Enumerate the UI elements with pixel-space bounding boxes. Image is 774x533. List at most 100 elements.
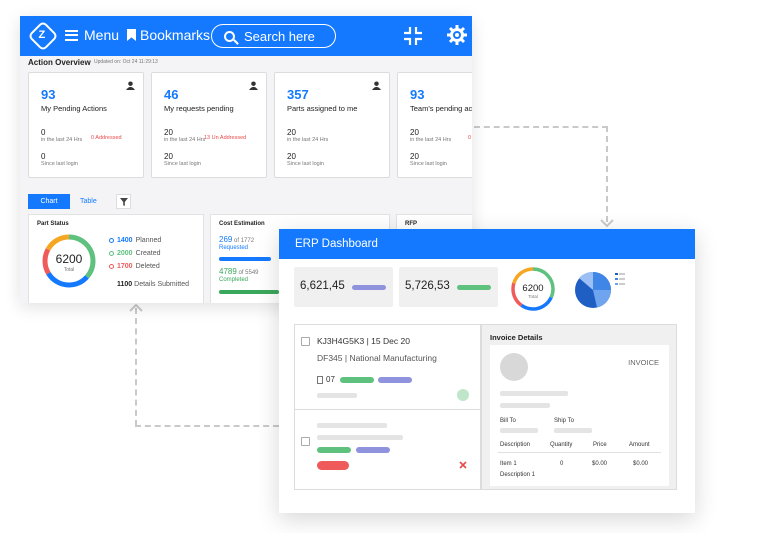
card-value: 357 (287, 87, 309, 102)
user-icon (249, 81, 258, 90)
item-price: $0.00 (592, 461, 608, 467)
card-stat-value: 0 (41, 128, 46, 137)
connector-line (474, 126, 608, 128)
card-value: 93 (41, 87, 56, 102)
stat-card[interactable]: 6,621,45 (294, 267, 393, 307)
collapse-icon[interactable] (403, 26, 423, 46)
card-stat-note: 0 (468, 135, 472, 141)
ship-to-label: Ship To (554, 418, 574, 424)
stat-card[interactable]: 5,726,53 (399, 267, 498, 307)
menu-button[interactable]: Menu (65, 27, 119, 43)
stat-bar (352, 285, 386, 290)
completed-of: of 5549 (238, 270, 259, 276)
bookmarks-label: Bookmarks (140, 27, 211, 43)
settings-gear-icon[interactable] (446, 24, 468, 46)
legend-label: Created (135, 250, 161, 257)
row-checkbox[interactable] (301, 437, 310, 446)
user-icon (372, 81, 381, 90)
tab-chart[interactable]: Chart (28, 194, 70, 209)
card-stat-value: 20 (287, 152, 296, 161)
requested-label: Requested (219, 245, 249, 251)
window-title: ERP Dashboard (279, 229, 695, 259)
card-stat-value: 20 (410, 128, 419, 137)
invoice-heading: INVOICE (628, 358, 659, 367)
details-submitted: 1100 Details Submitted (117, 281, 189, 288)
card-stat-caption: in the last 24 Hrs (41, 137, 83, 143)
col-description: Description (500, 442, 531, 448)
placeholder-line (500, 428, 538, 433)
placeholder-line (317, 423, 387, 428)
completed-value: 4789 (219, 267, 237, 276)
divider (498, 452, 661, 453)
section-title: Action Overview (28, 58, 91, 67)
placeholder-line (317, 435, 403, 440)
app-logo-icon[interactable]: Z (27, 20, 59, 52)
placeholder-line (317, 393, 357, 398)
close-icon[interactable] (459, 461, 467, 469)
legend-value: 1400 (117, 237, 133, 244)
count-value: 07 (326, 375, 335, 384)
invoice-panel-title: Invoice Details (490, 333, 543, 342)
search-input[interactable]: Search here (211, 24, 336, 48)
invoice-details-panel: Invoice Details INVOICE Bill To Ship To … (481, 324, 677, 490)
card-label: My Pending Actions (41, 104, 107, 113)
card-stat-caption: Since last login (410, 161, 447, 167)
summary-card[interactable]: 93 My Pending Actions 0 in the last 24 H… (28, 72, 144, 178)
placeholder-line (554, 428, 592, 433)
placeholder-line (500, 391, 568, 396)
card-label: My requests pending (164, 104, 234, 113)
logo-glyph: Z (38, 28, 46, 41)
completed-stat: 4789 of 5549 (219, 267, 259, 276)
menu-label: Menu (84, 27, 120, 43)
stat-bar (457, 285, 491, 290)
item-quantity: 0 (560, 461, 564, 467)
erp-dashboard-window: ERP Dashboard 6,621,45 5,726,53 6200 Tot… (279, 229, 695, 513)
donut-label: Total (528, 294, 538, 299)
item-description: Description 1 (500, 472, 536, 478)
requested-stat: 269 of 1772 (219, 235, 254, 244)
bookmarks-button[interactable]: Bookmarks (127, 27, 210, 43)
card-stat-caption: Since last login (164, 161, 201, 167)
summary-card[interactable]: 93 Team's pending act 20 in the last 24 … (397, 72, 472, 178)
filter-icon[interactable] (116, 194, 131, 209)
requested-progress (219, 257, 271, 261)
legend-value: 2000 (117, 250, 133, 257)
legend-label: Planned (135, 237, 162, 244)
card-label: Parts assigned to me (287, 104, 358, 113)
status-pill (356, 447, 390, 453)
bookmark-icon (127, 29, 136, 41)
connector-line (606, 126, 608, 222)
item-name: Item 1 (500, 461, 517, 467)
card-value: 46 (164, 87, 179, 102)
total-donut: 6200 Total (511, 267, 555, 311)
card-stat-value: 0 (41, 152, 46, 161)
row-checkbox[interactable] (301, 337, 310, 346)
donut-value: 6200 (522, 283, 543, 294)
card-stat-caption: Since last login (287, 161, 324, 167)
legend-planned: 1400 Planned (109, 237, 161, 244)
connector-arrow-up-icon (129, 303, 143, 312)
bill-to-label: Bill To (500, 418, 516, 424)
card-stat-value: 20 (410, 152, 419, 161)
document-icon (317, 375, 323, 384)
invoice-document: INVOICE Bill To Ship To Description Quan… (490, 345, 669, 486)
list-item[interactable]: KJ3H4G5K3 | 15 Dec 20 DF345 | National M… (295, 325, 480, 410)
col-quantity: Quantity (550, 442, 573, 448)
summary-card[interactable]: 46 My requests pending 20 in the last 24… (151, 72, 267, 178)
card-stat-caption: in the last 24 Hrs (164, 137, 206, 143)
panel-title: Cost Estimation (219, 221, 265, 227)
legend-dot (109, 251, 114, 256)
status-indicator (457, 389, 469, 401)
card-value: 93 (410, 87, 425, 102)
order-count: 07 (317, 375, 335, 384)
placeholder-line (500, 403, 550, 408)
summary-card[interactable]: 357 Parts assigned to me 20 in the last … (274, 72, 390, 178)
part-status-panel: Part Status 6200 Total 1400 Planned 2000… (28, 214, 204, 303)
tab-table[interactable]: Table (80, 194, 97, 209)
search-icon (224, 30, 235, 42)
pie-chart-card[interactable] (571, 264, 631, 316)
card-label: Team's pending act (410, 104, 472, 113)
marketing-stage: Z Menu Bookmarks Search here Action Over… (0, 0, 774, 533)
completed-progress (219, 290, 279, 294)
legend-deleted: 1700 Deleted (109, 263, 160, 270)
